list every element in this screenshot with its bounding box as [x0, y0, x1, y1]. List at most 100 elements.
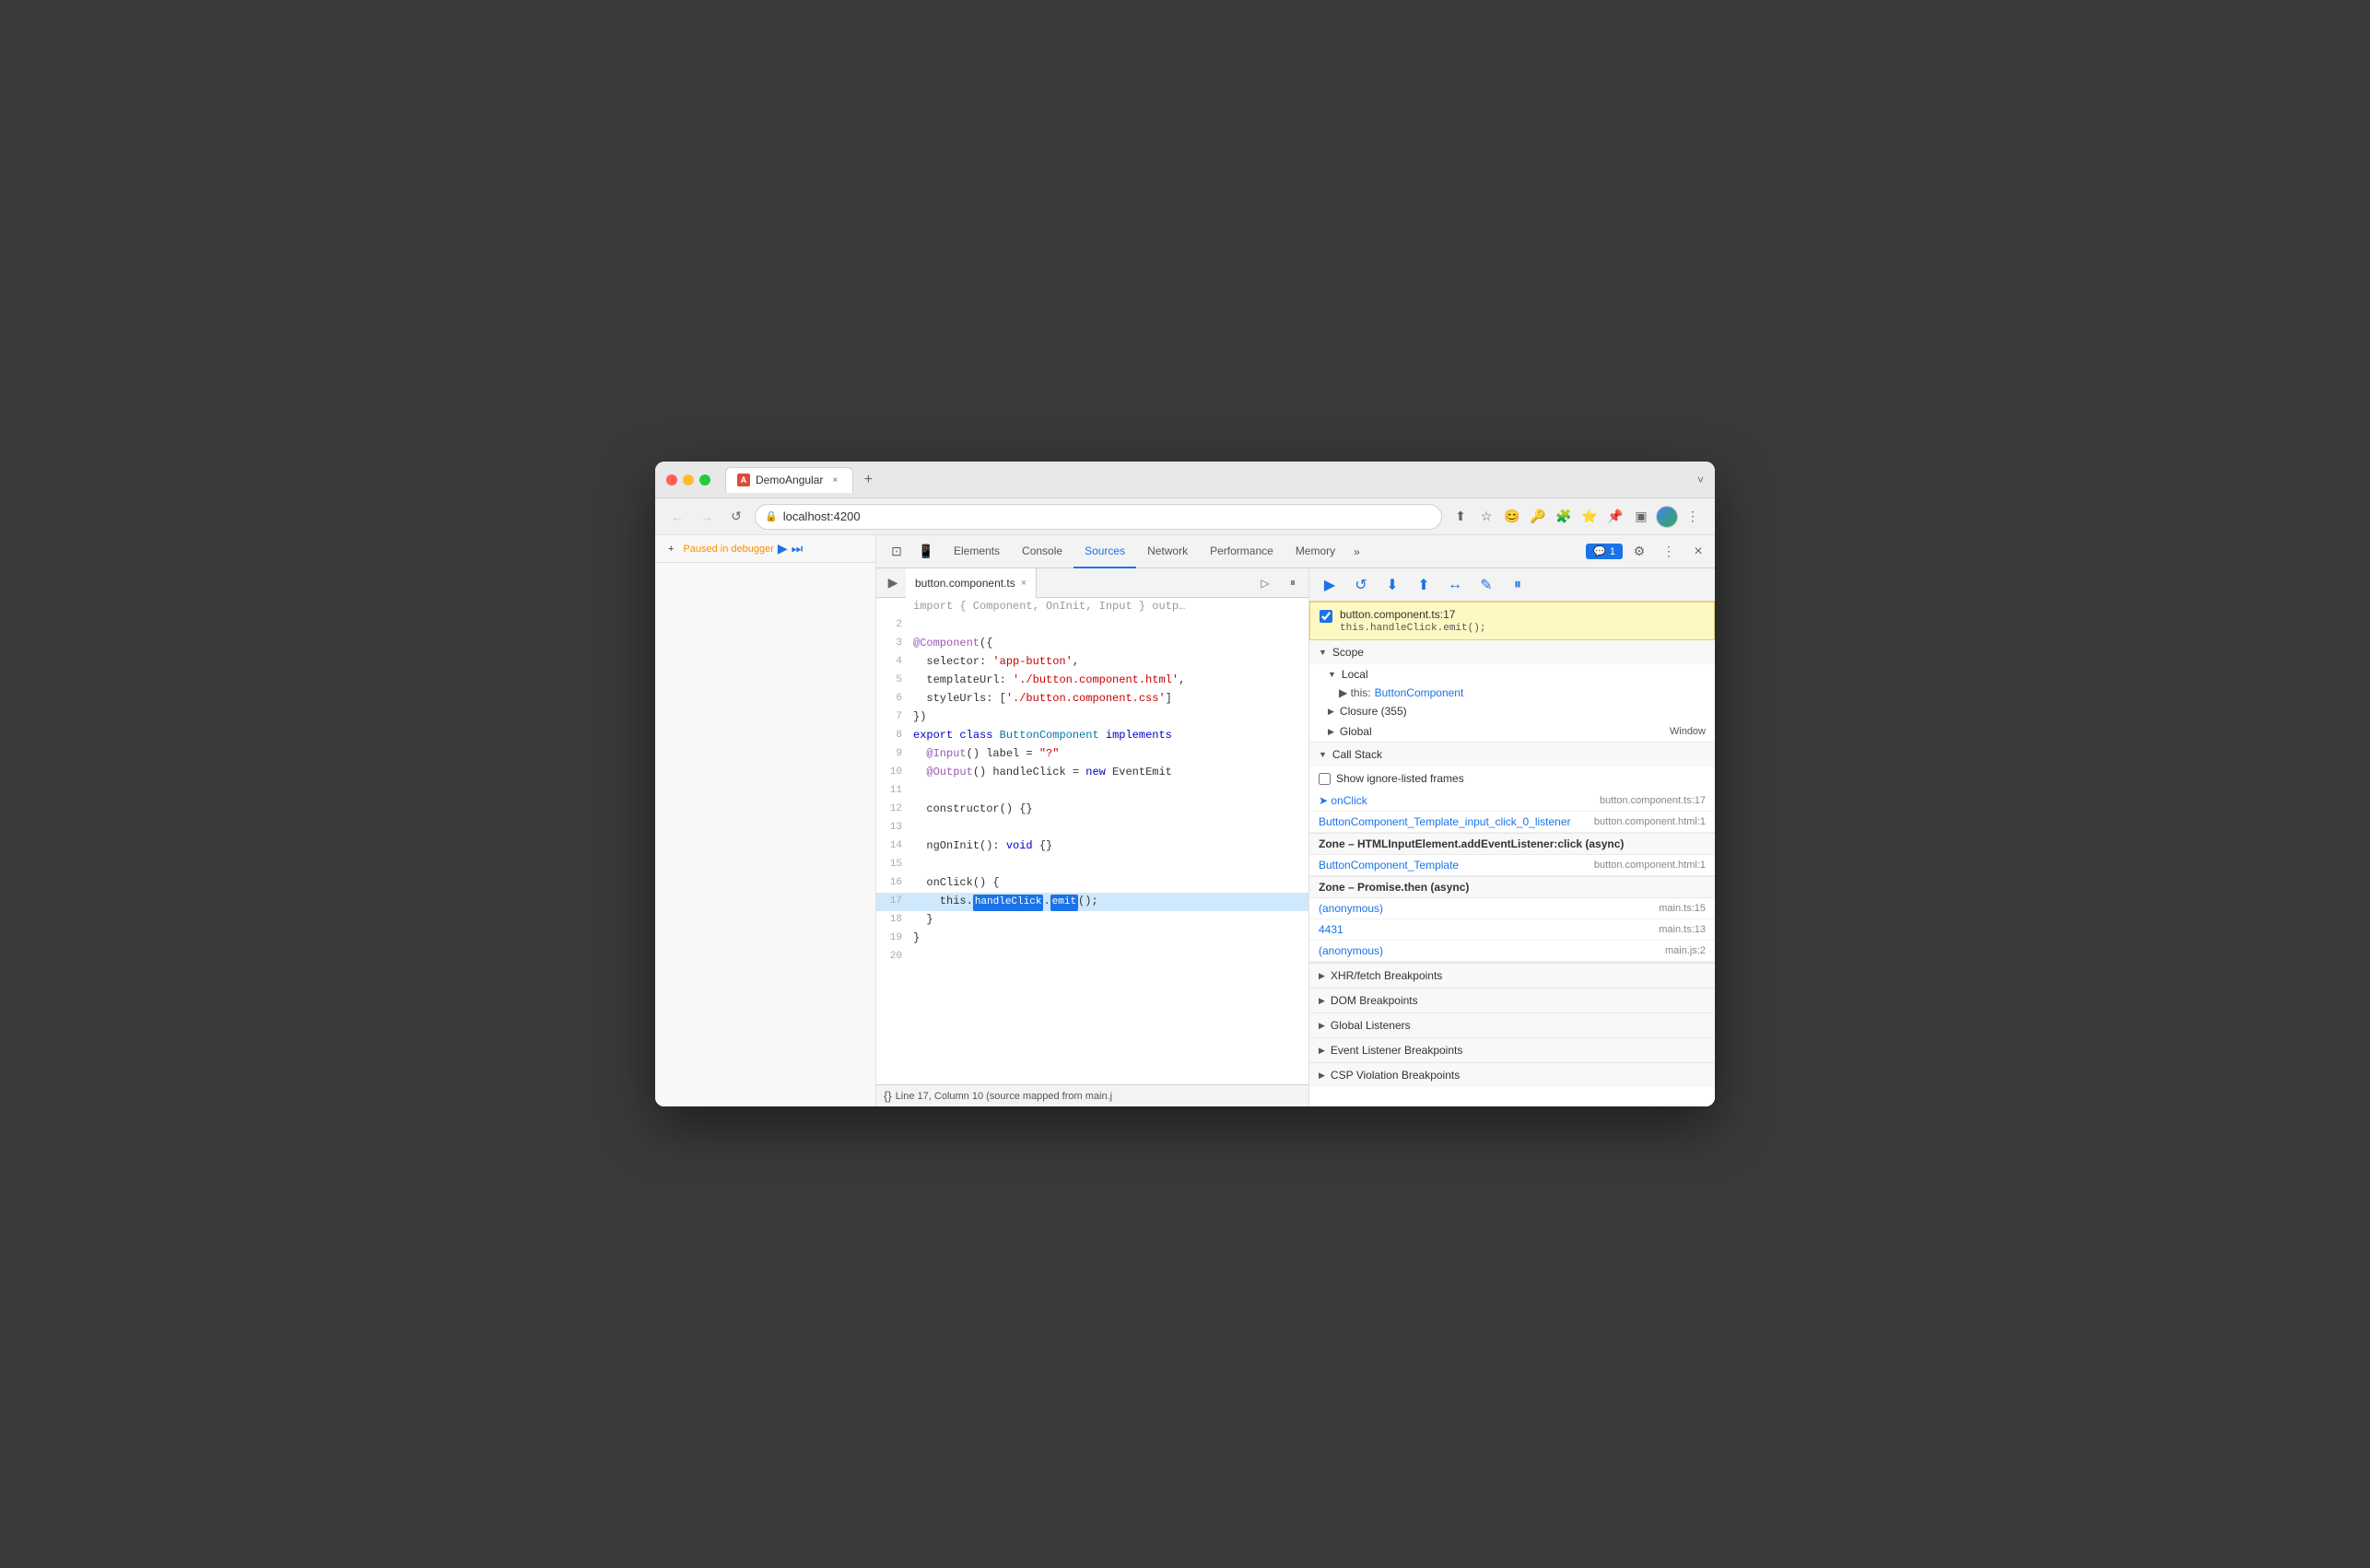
tab-performance[interactable]: Performance — [1199, 535, 1285, 568]
new-tab-button[interactable]: + — [857, 469, 879, 491]
call-stack-zone-1: Zone – HTMLInputElement.addEventListener… — [1309, 833, 1715, 855]
tab-elements[interactable]: Elements — [943, 535, 1011, 568]
tab-console[interactable]: Console — [1011, 535, 1074, 568]
call-file-template: button.component.html:1 — [1594, 860, 1706, 871]
tab-memory[interactable]: Memory — [1285, 535, 1346, 568]
global-label: Global — [1340, 725, 1372, 738]
forward-button[interactable]: → — [696, 506, 718, 528]
show-ignored-row: Show ignore-listed frames — [1309, 766, 1715, 790]
step-into-button[interactable]: ⬇ — [1379, 572, 1405, 598]
code-line-18: 18 } — [876, 911, 1308, 930]
global-chevron: ▶ — [1328, 727, 1334, 737]
call-stack-header[interactable]: ▼ Call Stack — [1309, 743, 1715, 766]
add-breakpoint-button[interactable]: + — [663, 542, 679, 556]
code-line-4: 4 selector: 'app-button', — [876, 653, 1308, 672]
sidebar-icon[interactable]: ▣ — [1630, 506, 1652, 528]
tab-favicon: A — [737, 474, 750, 486]
global-listeners-label: Global Listeners — [1331, 1019, 1411, 1032]
code-line-12: 12 constructor() {} — [876, 801, 1308, 819]
global-listeners-header[interactable]: ▶ Global Listeners — [1309, 1012, 1715, 1037]
extensions-icon[interactable]: 🧩 — [1553, 506, 1575, 528]
event-listener-breakpoints-header[interactable]: ▶ Event Listener Breakpoints — [1309, 1037, 1715, 1062]
tab-sources[interactable]: Sources — [1074, 535, 1136, 568]
tab-overflow-button[interactable]: » — [1346, 545, 1367, 558]
pin-icon[interactable]: 📌 — [1604, 506, 1626, 528]
call-stack-item-anonymous-1[interactable]: (anonymous) main.ts:15 — [1309, 898, 1715, 919]
more-menu-icon[interactable]: ⋮ — [1682, 506, 1704, 528]
code-area[interactable]: import { Component, OnInit, Input } outp… — [876, 598, 1308, 1084]
editor-pause-icon[interactable]: ⏸ — [1281, 571, 1305, 595]
devtools-close-button[interactable]: × — [1685, 539, 1711, 565]
call-file-anonymous-2: main.js:2 — [1665, 945, 1706, 956]
browser-tab[interactable]: A DemoAngular × — [725, 467, 853, 493]
step-over-button[interactable]: ↺ — [1348, 572, 1374, 598]
plus-icon: + — [668, 544, 674, 555]
step-icon[interactable]: ⏭ — [792, 541, 804, 556]
bookmark-icon[interactable]: ☆ — [1475, 506, 1497, 528]
scope-header[interactable]: ▼ Scope — [1309, 640, 1715, 664]
devtools-more-button[interactable]: ⋮ — [1656, 539, 1682, 565]
call-stack-label: Call Stack — [1332, 748, 1382, 761]
csp-violation-breakpoints-header[interactable]: ▶ CSP Violation Breakpoints — [1309, 1062, 1715, 1087]
device-toolbar-icon[interactable]: 📱 — [913, 539, 939, 565]
paused-badge: Paused in debugger ▶ ⏭ — [683, 541, 803, 556]
url-lock-icon: 🔒 — [765, 510, 778, 522]
call-stack-item-template-listener[interactable]: ButtonComponent_Template_input_click_0_l… — [1309, 812, 1715, 833]
tab-close-button[interactable]: × — [828, 474, 841, 486]
status-bar: {} Line 17, Column 10 (source mapped fro… — [876, 1084, 1308, 1106]
minimize-button[interactable] — [683, 474, 694, 486]
close-button[interactable] — [666, 474, 677, 486]
back-button[interactable]: ← — [666, 506, 688, 528]
step-out-button[interactable]: ⬆ — [1411, 572, 1437, 598]
editor-tab-file[interactable]: button.component.ts × — [906, 568, 1037, 598]
scope-this-item[interactable]: ▶ this: ButtonComponent — [1309, 685, 1715, 701]
share-icon[interactable]: ⬆ — [1449, 506, 1472, 528]
local-chevron: ▼ — [1328, 670, 1336, 679]
snippets-icon[interactable]: ▷ — [1253, 571, 1277, 595]
tab-menu-button[interactable]: ˅ — [1697, 474, 1704, 486]
csp-chevron: ▶ — [1319, 1071, 1325, 1081]
call-stack-item-onclick[interactable]: ➤ onClick button.component.ts:17 — [1309, 790, 1715, 812]
user-avatar[interactable] — [1656, 506, 1678, 528]
breakpoint-checkbox[interactable] — [1320, 610, 1332, 623]
resume-execution-button[interactable]: ▶ — [1317, 572, 1343, 598]
local-label: Local — [1342, 668, 1368, 681]
inspect-element-icon[interactable]: ⊡ — [884, 539, 909, 565]
reload-button[interactable]: ↺ — [725, 506, 747, 528]
resume-icon[interactable]: ▶ — [778, 541, 788, 556]
show-ignored-checkbox[interactable] — [1319, 773, 1331, 785]
call-stack-item-template[interactable]: ButtonComponent_Template button.componen… — [1309, 855, 1715, 876]
dom-breakpoints-header[interactable]: ▶ DOM Breakpoints — [1309, 988, 1715, 1012]
deactivate-breakpoints-button[interactable]: ✎ — [1473, 572, 1499, 598]
pause-on-exceptions-button[interactable]: ⏸ — [1505, 572, 1531, 598]
global-header[interactable]: ▶ Global Window — [1309, 721, 1715, 742]
url-bar[interactable]: 🔒 localhost:4200 — [755, 504, 1442, 530]
profile-icon[interactable]: 😊 — [1501, 506, 1523, 528]
maximize-button[interactable] — [699, 474, 710, 486]
favorites-icon[interactable]: ⭐ — [1578, 506, 1601, 528]
scope-this-value: ButtonComponent — [1375, 686, 1464, 699]
closure-header[interactable]: ▶ Closure (355) — [1309, 701, 1715, 721]
local-header[interactable]: ▼ Local — [1309, 664, 1715, 685]
format-button[interactable]: {} — [884, 1089, 892, 1103]
xhr-fetch-breakpoints-header[interactable]: ▶ XHR/fetch Breakpoints — [1309, 963, 1715, 988]
tab-network[interactable]: Network — [1136, 535, 1199, 568]
call-stack-item-anonymous-2[interactable]: (anonymous) main.js:2 — [1309, 941, 1715, 962]
badge-count: 1 — [1610, 546, 1615, 557]
editor-tab-close[interactable]: × — [1021, 578, 1027, 589]
call-stack-item-4431[interactable]: 4431 main.ts:13 — [1309, 919, 1715, 941]
devtools-actions: 💬 1 ⚙ ⋮ × — [1586, 539, 1711, 565]
scope-section: ▼ Scope ▼ Local ▶ this: ButtonComponent — [1309, 640, 1715, 743]
file-navigator-icon[interactable]: ▶ — [880, 570, 906, 596]
code-line-10: 10 @Output() handleClick = new EventEmit — [876, 764, 1308, 782]
debugger-panel: ▶ ↺ ⬇ ⬆ ↔ ✎ ⏸ button.component.ts:1 — [1309, 568, 1715, 1106]
devtools-settings-button[interactable]: ⚙ — [1626, 539, 1652, 565]
address-bar: ← → ↺ 🔒 localhost:4200 ⬆ ☆ 😊 🔑 🧩 ⭐ 📌 ▣ ⋮ — [655, 498, 1715, 535]
console-badge-button[interactable]: 💬 1 — [1586, 544, 1623, 559]
editor-actions: ▷ ⏸ — [1253, 571, 1305, 595]
code-line-17: 17 this.handleClick.emit(); — [876, 893, 1308, 911]
password-icon[interactable]: 🔑 — [1527, 506, 1549, 528]
scope-this-key: ▶ this: — [1339, 686, 1371, 699]
step-button[interactable]: ↔ — [1442, 572, 1468, 598]
call-file-4431: main.ts:13 — [1659, 924, 1706, 935]
